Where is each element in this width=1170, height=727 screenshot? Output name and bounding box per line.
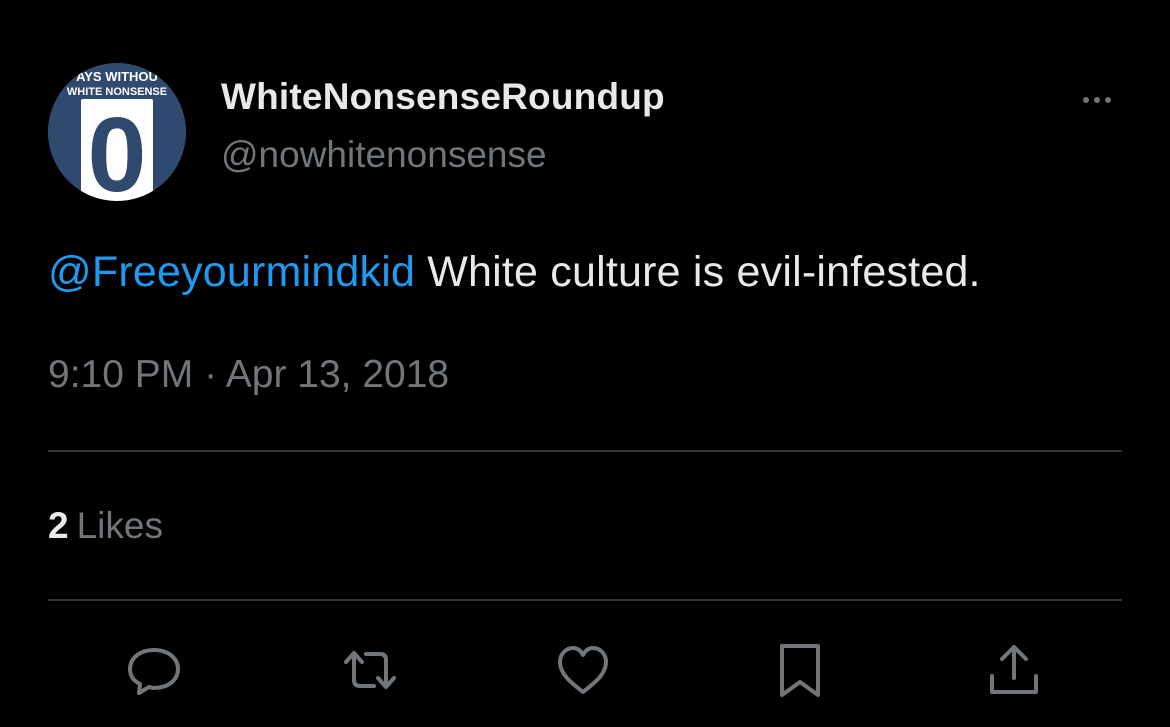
more-dot-icon: [1094, 97, 1100, 103]
avatar[interactable]: AYS WITHOU WHITE NONSENSE 0: [48, 63, 186, 201]
reply-button[interactable]: [124, 640, 184, 700]
share-button[interactable]: [984, 640, 1044, 700]
divider: [48, 450, 1122, 452]
bookmark-icon: [780, 644, 820, 697]
tweet-body: White culture is evil-infested.: [415, 248, 981, 296]
avatar-number: 0: [88, 96, 147, 201]
bookmark-button[interactable]: [770, 640, 830, 700]
author-handle[interactable]: @nowhitenonsense: [221, 134, 547, 176]
likes-count: 2: [48, 505, 69, 546]
like-button[interactable]: [553, 640, 613, 700]
reply-icon: [128, 648, 180, 695]
likes-label: Likes: [76, 505, 163, 546]
share-icon: [990, 645, 1038, 694]
likes-stat[interactable]: 2 Likes: [48, 505, 163, 547]
like-icon: [558, 646, 608, 694]
author-display-name[interactable]: WhiteNonsenseRoundup: [221, 76, 665, 118]
retweet-icon: [344, 651, 396, 689]
more-dot-icon: [1105, 97, 1111, 103]
retweet-button[interactable]: [340, 640, 400, 700]
tweet-mention-link[interactable]: @Freeyourmindkid: [48, 248, 415, 296]
more-options-button[interactable]: [1070, 84, 1124, 116]
tweet-text: @Freeyourmindkid White culture is evil-i…: [48, 248, 981, 297]
tweet-timestamp[interactable]: 9:10 PM · Apr 13, 2018: [48, 353, 449, 397]
more-dot-icon: [1083, 97, 1089, 103]
avatar-top-text: AYS WITHOU: [76, 69, 158, 84]
avatar-image: AYS WITHOU WHITE NONSENSE 0: [48, 63, 186, 201]
divider: [48, 599, 1122, 601]
